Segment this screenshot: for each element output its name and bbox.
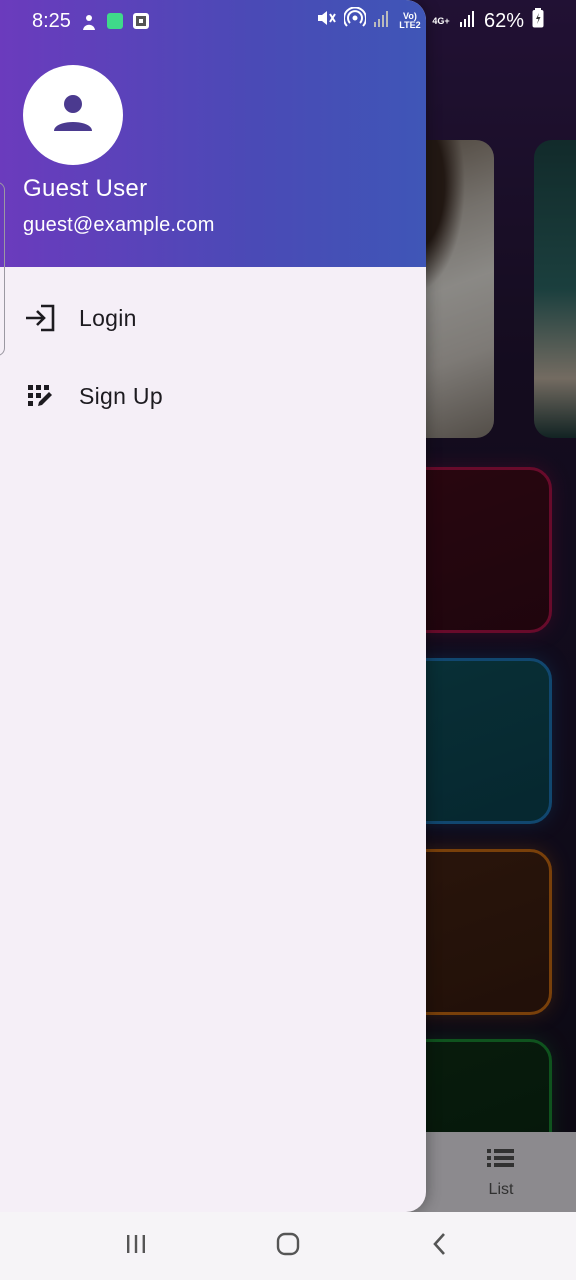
menu-item-login[interactable]: Login — [0, 279, 426, 357]
volte-label: Vo) LTE2 — [399, 11, 421, 30]
menu-item-label: Sign Up — [79, 382, 163, 409]
menu-item-sign-up[interactable]: Sign Up — [0, 357, 426, 435]
edge-handle — [0, 182, 5, 356]
system-navigation-bar — [0, 1212, 576, 1280]
login-icon — [24, 302, 56, 334]
recent-apps-icon — [124, 1232, 148, 1261]
network-type-label: 4G+ — [432, 15, 450, 26]
battery-icon — [532, 8, 544, 34]
navigation-drawer: Guest User guest@example.com Login Sign … — [0, 0, 426, 1212]
recent-apps-button[interactable] — [106, 1216, 166, 1276]
home-button[interactable] — [258, 1216, 318, 1276]
user-name: Guest User — [23, 175, 148, 202]
back-icon — [430, 1231, 450, 1262]
home-icon — [275, 1231, 301, 1262]
status-bar: 8:25 Vo) LTE2 4G+ 62% — [0, 0, 576, 42]
signal-icon — [459, 9, 476, 33]
drawer-menu: Login Sign Up — [0, 267, 426, 435]
person-icon — [51, 91, 95, 140]
app-registration-icon — [24, 380, 56, 412]
signal-icon — [373, 9, 390, 33]
notification-app-icon — [132, 13, 149, 29]
notification-app-icon — [106, 13, 123, 29]
battery-level: 62% — [483, 9, 524, 32]
avatar[interactable] — [23, 65, 123, 165]
hotspot-icon — [342, 6, 367, 35]
status-time: 8:25 — [32, 9, 71, 32]
menu-item-label: Login — [79, 304, 137, 331]
user-email: guest@example.com — [23, 214, 215, 236]
back-button[interactable] — [410, 1216, 470, 1276]
notification-app-icon — [81, 13, 97, 30]
mute-icon — [316, 8, 336, 34]
